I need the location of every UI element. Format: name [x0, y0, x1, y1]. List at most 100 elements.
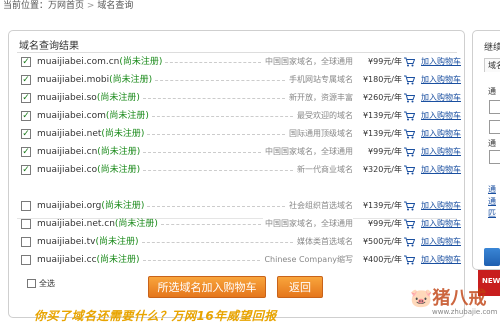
domain-price: ¥180元/年 [354, 72, 402, 88]
row-leader-dots [143, 152, 261, 153]
price-value: ¥139元 [362, 201, 392, 210]
right-panel-link-2[interactable]: 通 [488, 196, 496, 207]
row-leader-dots [152, 116, 293, 117]
shopping-cart-icon[interactable] [404, 93, 416, 103]
right-panel-link-1[interactable]: 通 [488, 184, 496, 195]
domain-description: 新一代商业域名 [295, 162, 353, 178]
shopping-cart-icon[interactable] [404, 219, 416, 229]
domain-status: (尚未注册) [119, 57, 163, 67]
domain-price: ¥500元/年 [354, 234, 402, 250]
add-to-cart-link[interactable]: 加入购物车 [421, 144, 461, 160]
domain-checkbox[interactable] [21, 237, 31, 247]
shopping-cart-icon[interactable] [404, 147, 416, 157]
domain-status: (尚未注册) [96, 93, 140, 103]
select-all[interactable]: 全选 [27, 277, 55, 291]
promo-banner-text[interactable]: 你买了域名还需要什么？万网16年威望回报 [34, 307, 277, 324]
add-to-cart-link[interactable]: 加入购物车 [421, 54, 461, 70]
breadcrumb-separator: > [86, 1, 95, 11]
domain-price: ¥99元/年 [354, 54, 402, 70]
domain-checkbox[interactable] [21, 255, 31, 265]
domain-description: Chinese Company缩写 [262, 252, 353, 268]
domain-checkbox[interactable]: ✓ [21, 75, 31, 85]
shopping-cart-icon[interactable] [404, 201, 416, 211]
shopping-cart-icon[interactable] [404, 129, 416, 139]
watermark-url: www.zhubajie.com [432, 308, 498, 316]
select-all-checkbox[interactable] [27, 279, 36, 288]
right-panel-tab[interactable]: 域名 [484, 58, 500, 72]
price-unit: /年 [391, 147, 402, 156]
domain-price: ¥139元/年 [354, 198, 402, 214]
row-leader-dots [147, 206, 285, 207]
domain-row: ✓ muaijiabei.com.cn(尚未注册) 中国国家域名，全球通用 ¥99元/… [21, 54, 461, 70]
right-panel-checkbox-3[interactable] [489, 150, 500, 164]
domain-checkbox[interactable]: ✓ [21, 165, 31, 175]
domain-status: (尚未注册) [105, 111, 149, 121]
price-unit: /年 [391, 165, 402, 174]
right-panel-button[interactable] [484, 248, 500, 266]
domain-checkbox[interactable]: ✓ [21, 57, 31, 67]
domain-checkbox[interactable] [21, 201, 31, 211]
add-to-cart-link[interactable]: 加入购物车 [421, 198, 461, 214]
add-to-cart-link[interactable]: 加入购物车 [421, 216, 461, 232]
domain-text: muaijiabei.tv [37, 237, 96, 247]
domain-description: 媒体类首选域名 [295, 234, 353, 250]
domain-checkbox[interactable]: ✓ [21, 111, 31, 121]
price-unit: /年 [391, 57, 402, 66]
domain-row: muaijiabei.cc(尚未注册) Chinese Company缩写 ¥400… [21, 252, 461, 268]
domain-description: 中国国家域名，全球通用 [263, 216, 353, 232]
domain-description: 社会组织首选域名 [287, 198, 353, 214]
row-leader-dots [161, 224, 261, 225]
domain-checkbox[interactable]: ✓ [21, 129, 31, 139]
add-to-cart-link[interactable]: 加入购物车 [421, 90, 461, 106]
domain-price: ¥400元/年 [354, 252, 402, 268]
shopping-cart-icon[interactable] [404, 57, 416, 67]
add-to-cart-link[interactable]: 加入购物车 [421, 234, 461, 250]
price-unit: /年 [391, 75, 402, 84]
domain-description: 新开放，资源丰富 [287, 90, 353, 106]
domain-price: ¥260元/年 [354, 90, 402, 106]
domain-row: ✓ muaijiabei.co(尚未注册) 新一代商业域名 ¥320元/年 加入购物车 [21, 162, 461, 178]
domain-checkbox[interactable] [21, 219, 31, 229]
domain-checkbox[interactable]: ✓ [21, 147, 31, 157]
add-to-cart-link[interactable]: 加入购物车 [421, 108, 461, 124]
add-to-cart-link[interactable]: 加入购物车 [421, 162, 461, 178]
right-panel-label-1: 通 [488, 87, 496, 96]
back-button[interactable]: 返回 [277, 276, 323, 298]
domain-price: ¥99元/年 [354, 144, 402, 160]
right-panel-link-3[interactable]: 匹 [488, 208, 496, 219]
domain-row: muaijiabei.net.cn(尚未注册) 中国国家域名，全球通用 ¥99元/年… [21, 216, 461, 232]
breadcrumb-home-link[interactable]: 万网首页 [48, 1, 84, 11]
domain-row: muaijiabei.tv(尚未注册) 媒体类首选域名 ¥500元/年 加入购物车 [21, 234, 461, 250]
results-title: 域名查询结果 [19, 41, 79, 52]
price-value: ¥99元 [368, 57, 392, 66]
domain-description: 中国国家域名，全球通用 [263, 144, 353, 160]
add-to-cart-link[interactable]: 加入购物车 [421, 252, 461, 268]
domain-name: muaijiabei.org(尚未注册) [37, 198, 144, 214]
price-value: ¥320元 [362, 165, 392, 174]
domain-status: (尚未注册) [114, 219, 158, 229]
price-value: ¥99元 [368, 219, 392, 228]
breadcrumb-prefix: 当前位置： [3, 1, 49, 11]
shopping-cart-icon[interactable] [404, 255, 416, 265]
shopping-cart-icon[interactable] [404, 111, 416, 121]
domain-row: ✓ muaijiabei.so(尚未注册) 新开放，资源丰富 ¥260元/年 加入购物车 [21, 90, 461, 106]
row-leader-dots [147, 134, 285, 135]
add-to-cart-link[interactable]: 加入购物车 [421, 126, 461, 142]
price-unit: /年 [391, 201, 402, 210]
right-panel-checkbox-2[interactable] [489, 120, 500, 134]
row-leader-dots [143, 170, 293, 171]
breadcrumb: 当前位置：万网首页 > 域名查询 [3, 0, 133, 12]
domain-checkbox[interactable]: ✓ [21, 93, 31, 103]
domain-text: muaijiabei.co [37, 165, 98, 175]
domain-text: muaijiabei.net [37, 129, 102, 139]
add-selected-to-cart-button[interactable]: 所选域名加入购物车 [148, 276, 266, 298]
pig-icon: 🐷 [410, 288, 433, 309]
add-to-cart-link[interactable]: 加入购物车 [421, 72, 461, 88]
shopping-cart-icon[interactable] [404, 165, 416, 175]
right-panel-checkbox-1[interactable] [489, 100, 500, 114]
shopping-cart-icon[interactable] [404, 237, 416, 247]
domain-text: muaijiabei.net.cn [37, 219, 115, 229]
domain-row: ✓ muaijiabei.mobi(尚未注册) 手机网站专属域名 ¥180元/年 加入购… [21, 72, 461, 88]
row-leader-dots [142, 242, 293, 243]
shopping-cart-icon[interactable] [404, 75, 416, 85]
